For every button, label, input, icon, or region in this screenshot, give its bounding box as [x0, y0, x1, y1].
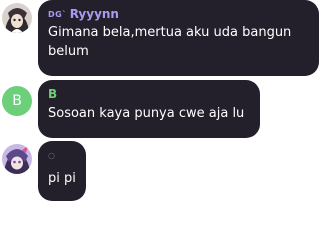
message-bubble[interactable]: B Sosoan kaya punya cwe aja lu [38, 80, 260, 138]
sender-avatar[interactable] [2, 3, 32, 33]
message-text: Sosoan kaya punya cwe aja lu [48, 106, 245, 121]
message-bubble[interactable]: DG` Ryyynn Gimana bela,mertua aku uda ba… [38, 0, 319, 76]
message-text-line: belum [48, 44, 89, 59]
sender-name-text: B [48, 87, 58, 101]
sender-name[interactable]: DG` Ryyynn [48, 7, 319, 21]
avatar-letter: B [12, 93, 22, 109]
chat-thread: DG` Ryyynn Gimana bela,mertua aku uda ba… [0, 0, 320, 251]
message-text: Gimana bela,mertua aku uda bangun belum [48, 23, 319, 61]
message-row: ○ pi pi [0, 141, 320, 206]
message-text-line: Gimana bela,mertua aku uda bangun [48, 25, 292, 40]
sender-avatar[interactable]: B [2, 86, 32, 116]
message-row: B B Sosoan kaya punya cwe aja lu [0, 80, 320, 140]
message-bubble[interactable]: ○ pi pi [38, 141, 86, 201]
sender-tag: DG` [48, 9, 67, 19]
sender-avatar[interactable] [2, 144, 32, 174]
sender-name-text: Ryyynn [69, 7, 119, 21]
message-row: DG` Ryyynn Gimana bela,mertua aku uda ba… [0, 0, 320, 80]
status-circle-icon: ○ [48, 150, 55, 160]
message-text: pi pi [48, 171, 76, 186]
sender-status: ○ [48, 149, 86, 161]
sender-name[interactable]: B [48, 87, 260, 101]
